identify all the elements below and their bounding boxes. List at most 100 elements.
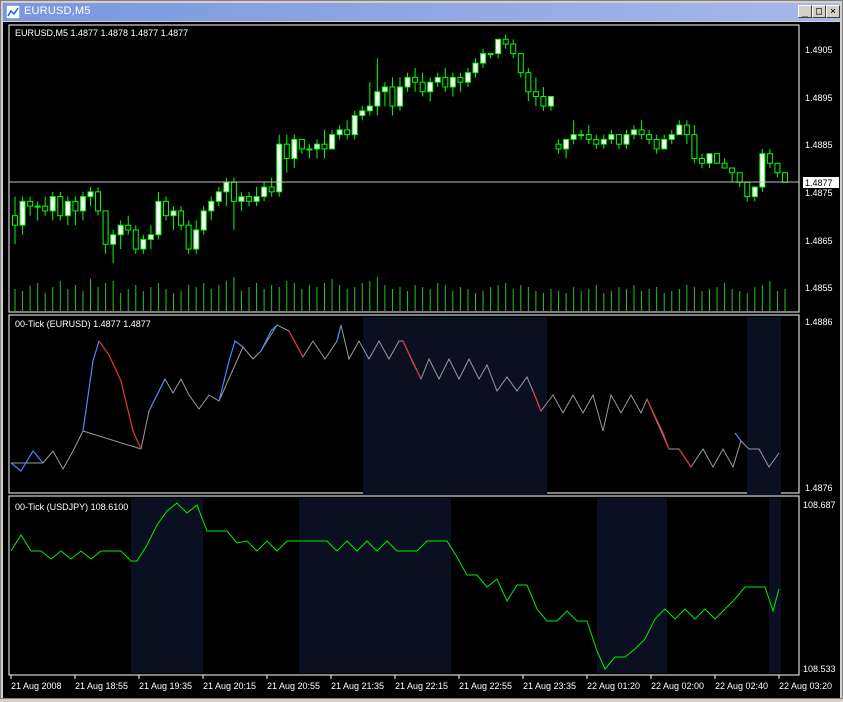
price-label: 1.4886	[805, 317, 833, 327]
chart-area[interactable]: EURUSD,M5 1.4877 1.4878 1.4877 1.4877 00…	[3, 22, 840, 698]
candle-body	[366, 105, 373, 112]
candle-body	[434, 76, 441, 83]
session-shade	[131, 498, 203, 673]
candle-body	[140, 239, 147, 250]
tick-line-blue	[10, 449, 44, 472]
time-label: 21 Aug 20:55	[267, 681, 320, 691]
candle-body	[487, 53, 494, 56]
time-label: 21 Aug 22:15	[395, 681, 448, 691]
candle-body	[87, 191, 94, 198]
time-label: 21 Aug 18:55	[75, 681, 128, 691]
candle-body	[238, 196, 245, 202]
candle-body	[283, 143, 290, 159]
candle-body	[683, 124, 690, 136]
usdjpy-tick-header: 00-Tick (USDJPY) 108.6100	[15, 502, 128, 512]
session-shading	[131, 317, 781, 673]
tick-line-red	[678, 448, 692, 468]
candle-body	[427, 81, 434, 93]
tick-line-blue	[148, 378, 166, 412]
candle-body	[178, 210, 185, 226]
candle-body	[638, 129, 645, 136]
candle-body	[313, 143, 320, 150]
price-label: 1.4905	[805, 45, 833, 55]
candle-body	[706, 153, 713, 164]
candle-body	[449, 76, 456, 88]
candle-body	[268, 186, 275, 193]
price-label: 1.4855	[805, 283, 833, 293]
chart-window: EURUSD,M5 _ □ × EURUSD,M5 1.4877 1.4878 …	[0, 0, 843, 699]
candle-body	[117, 224, 124, 236]
candle-body	[472, 62, 479, 74]
candle-body	[12, 215, 18, 226]
candle-body	[623, 134, 630, 145]
candle-body	[261, 186, 268, 198]
candle-body	[615, 134, 622, 145]
candle-body	[291, 138, 298, 159]
candle-body	[751, 186, 758, 198]
candle-body	[419, 81, 426, 93]
candle-body	[95, 191, 102, 212]
time-label: 22 Aug 03:20	[779, 681, 832, 691]
candle-body	[691, 134, 698, 159]
candle-body	[766, 153, 773, 164]
candle-body	[668, 134, 675, 140]
candle-body	[34, 205, 41, 208]
title-bar[interactable]: EURUSD,M5 _ □ ×	[3, 3, 840, 21]
candle-body	[517, 53, 524, 74]
candle-body	[744, 181, 751, 198]
candle-body	[110, 234, 117, 245]
session-shade	[363, 317, 547, 495]
candle-body	[646, 134, 653, 140]
candle-body	[502, 38, 509, 45]
candle-body	[132, 229, 139, 250]
candle-body	[185, 224, 192, 250]
candle-body	[593, 138, 600, 145]
price-label: 108.533	[803, 664, 836, 674]
time-label: 21 Aug 23:35	[523, 681, 576, 691]
tick-line-blue	[336, 324, 342, 342]
candle-body	[359, 110, 366, 117]
price-label: 1.4876	[805, 483, 833, 493]
candle-body	[495, 38, 502, 55]
candle-body	[608, 134, 615, 140]
candle-body	[714, 153, 721, 164]
candle-body	[661, 138, 668, 150]
candle-body	[578, 134, 585, 137]
minimize-button[interactable]: _	[798, 5, 812, 18]
candle-body	[457, 76, 464, 83]
candle-body	[64, 200, 71, 217]
candle-body	[79, 196, 86, 212]
tick-line-blue	[734, 432, 742, 442]
candle-body	[442, 76, 449, 88]
candle-body	[102, 210, 109, 245]
candle-body	[480, 53, 487, 64]
candle-body	[276, 143, 283, 193]
candle-body	[653, 138, 660, 150]
candle-body	[774, 162, 781, 174]
candle-body	[464, 72, 471, 83]
candle-body	[306, 148, 313, 151]
session-shade	[299, 498, 451, 673]
candle-body	[49, 196, 56, 212]
candle-body	[555, 143, 562, 150]
candle-body	[253, 196, 260, 202]
main-panel-frame	[8, 24, 800, 313]
maximize-button[interactable]: □	[812, 5, 826, 18]
session-shade	[769, 498, 781, 673]
close-button[interactable]: ×	[826, 5, 840, 18]
candle-body	[125, 224, 132, 231]
chart-canvas[interactable]: EURUSD,M5 1.4877 1.4878 1.4877 1.4877 00…	[3, 22, 840, 698]
candle-body	[170, 210, 177, 217]
current-price-label: 1.4877	[805, 178, 833, 188]
candle-body	[547, 96, 554, 107]
candle-body	[351, 115, 358, 136]
candle-body	[525, 72, 532, 93]
session-shade	[747, 317, 781, 495]
main-price-axis: 1.4905 1.4895 1.4885 1.4875 1.4865 1.485…	[805, 45, 833, 293]
candle-body	[215, 191, 222, 202]
price-label: 1.4865	[805, 236, 833, 246]
candle-body	[147, 234, 154, 241]
candle-body	[72, 200, 79, 212]
candle-body	[729, 167, 736, 174]
tick-line-red	[288, 330, 304, 358]
